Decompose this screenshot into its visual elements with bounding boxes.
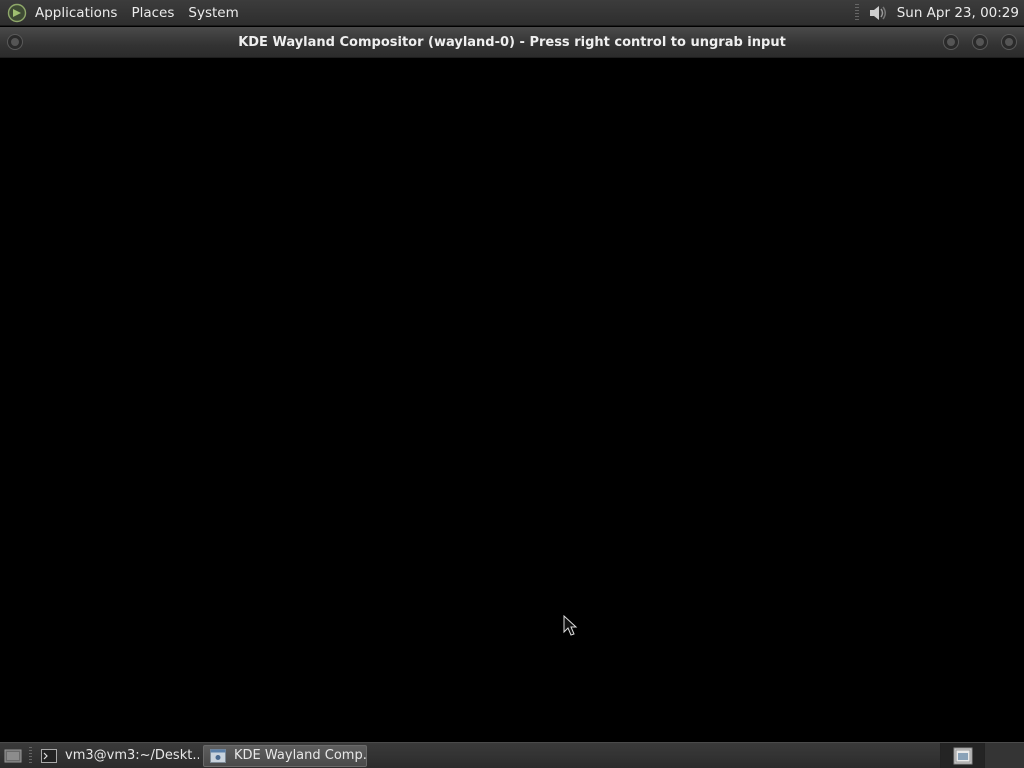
task-terminal[interactable]: vm3@vm3:~/Deskt... [35, 745, 199, 767]
menu-system[interactable]: System [181, 0, 245, 26]
menu-applications[interactable]: Applications [28, 0, 124, 26]
show-desktop-button[interactable] [0, 744, 26, 768]
bottom-panel: vm3@vm3:~/Deskt... KDE Wayland Comp... [0, 742, 1024, 768]
speaker-icon[interactable] [867, 2, 889, 24]
terminal-icon [41, 748, 57, 763]
tray-separator [854, 3, 859, 22]
compositor-window[interactable]: KDE Wayland Compositor (wayland-0) - Pre… [0, 27, 1024, 742]
minimize-button[interactable] [942, 33, 960, 51]
window-menu-icon[interactable] [6, 33, 24, 51]
clock[interactable]: Sun Apr 23, 00:29 [897, 5, 1019, 21]
mouse-cursor-icon [563, 614, 579, 637]
window-controls [942, 33, 1018, 51]
task-kde-wayland[interactable]: KDE Wayland Comp... [203, 744, 367, 767]
menu-places[interactable]: Places [124, 0, 181, 26]
taskbar-separator [29, 746, 32, 765]
workspace-2[interactable] [984, 742, 1024, 768]
workspace-1[interactable] [940, 742, 984, 768]
window-titlebar[interactable]: KDE Wayland Compositor (wayland-0) - Pre… [0, 27, 1024, 58]
maximize-button[interactable] [971, 33, 989, 51]
task-terminal-label: vm3@vm3:~/Deskt... [65, 748, 199, 763]
distro-logo-icon[interactable] [6, 2, 28, 24]
window-title: KDE Wayland Compositor (wayland-0) - Pre… [238, 34, 786, 50]
compositor-viewport[interactable] [0, 58, 1024, 742]
close-button[interactable] [1000, 33, 1018, 51]
task-kde-wayland-label: KDE Wayland Comp... [234, 748, 367, 763]
top-panel: Applications Places System Sun Apr 23, 0… [0, 0, 1024, 26]
window-icon [210, 748, 226, 763]
